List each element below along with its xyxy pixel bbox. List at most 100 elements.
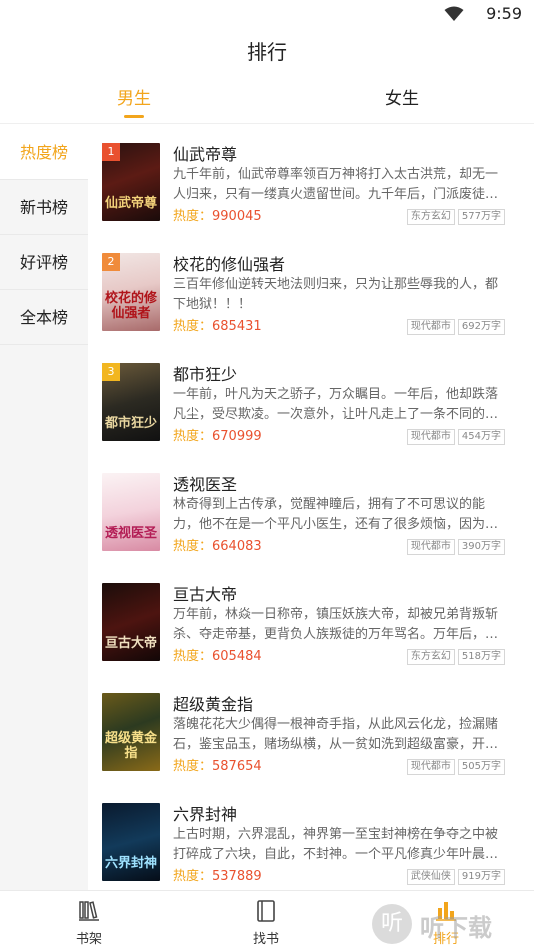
heat-label: 热度： [173,539,213,554]
header: 排行 [0,28,534,76]
book-title: 六界封神 [173,805,238,824]
sidebar-item-label: 好评榜 [19,253,68,272]
heat-value: 990045 [212,209,262,224]
heat-score: 热度：605484 [173,645,262,664]
heat-value: 664083 [212,539,262,554]
cover-title: 校花的修仙强者 [104,291,157,321]
book-cover: 亘古大帝 [102,583,160,661]
book-cover: 1 仙武帝尊 [102,143,160,221]
genre-tag: 现代都市 [406,759,455,775]
heat-value: 670999 [212,429,262,444]
cover-title: 超级黄金指 [104,731,157,761]
nav-bookshelf[interactable]: 书架 [29,891,149,949]
book-description: 一年前，叶凡为天之骄子，万众瞩目。一年后，他却跌落凡尘，受尽欺凌。一次意外，让叶… [173,387,499,422]
heat-score: 热度：670999 [173,425,262,444]
book-description: 三百年修仙逆转天地法则归来，只为让那些辱我的人，都下地狱！！！ [173,277,499,312]
word-count-tag: 390万字 [457,539,505,555]
book-item[interactable]: 超级黄金指 超级黄金指 落魄花花大少偶得一根神奇手指，从此风云化龙，捡漏赌石，鉴… [88,675,534,785]
tab-male[interactable]: 男生 [54,78,214,124]
heat-score: 热度：990045 [173,205,262,224]
book-item[interactable]: 1 仙武帝尊 仙武帝尊 九千年前，仙武帝尊率领百万神将打入太古洪荒，却无一人归来… [88,125,534,235]
rank-badge: 2 [102,253,120,271]
book-description: 林奇得到上古传承，觉醒神瞳后，拥有了不可思议的能力，他不在是一个平凡小医生，还有… [173,497,499,532]
genre-tag: 武侠仙侠 [406,869,455,885]
book-item[interactable]: 2 校花的修仙强者 校花的修仙强者 三百年修仙逆转天地法则归来，只为让那些辱我的… [88,235,534,345]
heat-value: 685431 [212,319,262,334]
sidebar-item-new[interactable]: 新书榜 [0,180,88,235]
book-tags: 东方玄幻 518万字 [404,644,505,665]
status-bar: 9:59 [0,0,534,28]
book-tags: 东方玄幻 577万字 [404,204,505,225]
heat-label: 热度： [173,869,213,884]
cover-title: 透视医圣 [104,526,157,541]
heat-value: 605484 [212,649,262,664]
cover-title: 仙武帝尊 [104,196,157,211]
heat-label: 热度： [173,429,213,444]
watermark-logo-icon: 听 [372,904,412,944]
word-count-tag: 919万字 [457,869,505,885]
heat-score: 热度：537889 [173,865,262,884]
nav-find-books-label: 找书 [252,932,279,947]
cover-title: 都市狂少 [104,416,157,431]
heat-score: 热度：685431 [173,315,262,334]
genre-tag: 东方玄幻 [406,649,455,665]
book-description: 万年前，林焱一日称帝，镇压妖族大帝，却被兄弟背叛斩杀、夺走帝基，更背负人族叛徒的… [173,607,499,642]
heat-score: 热度：664083 [173,535,262,554]
book-item[interactable]: 3 都市狂少 都市狂少 一年前，叶凡为天之骄子，万众瞩目。一年后，他却跌落凡尘，… [88,345,534,455]
nav-find-books[interactable]: 找书 [206,891,326,949]
book-item[interactable]: 六界封神 六界封神 上古时期，六界混乱，神界第一至宝封神榜在争夺之中被打碎成了六… [88,785,534,890]
nav-bookshelf-label: 书架 [75,932,102,947]
book-title: 仙武帝尊 [173,145,238,164]
book-cover: 3 都市狂少 [102,363,160,441]
heat-label: 热度： [173,209,213,224]
heat-label: 热度： [173,649,213,664]
book-icon [257,900,275,922]
heat-label: 热度： [173,759,213,774]
tab-active-indicator [124,115,144,118]
book-title: 校花的修仙强者 [173,255,286,274]
book-tags: 武侠仙侠 919万字 [404,864,505,885]
book-title: 亘古大帝 [173,585,238,604]
word-count-tag: 454万字 [457,429,505,445]
wifi-icon [444,6,464,21]
sidebar-item-hot[interactable]: 热度榜 [0,125,88,180]
book-tags: 现代都市 692万字 [404,314,505,335]
tab-female-label: 女生 [385,89,419,109]
heat-score: 热度：587654 [173,755,262,774]
heat-label: 热度： [173,319,213,334]
tab-female[interactable]: 女生 [322,78,482,124]
book-tags: 现代都市 505万字 [404,754,505,775]
status-time: 9:59 [486,4,522,23]
word-count-tag: 692万字 [457,319,505,335]
book-tags: 现代都市 390万字 [404,534,505,555]
book-description: 落魄花花大少偶得一根神奇手指，从此风云化龙，捡漏赌石，鉴宝品玉，赌场纵横，从一贫… [173,717,499,752]
book-title: 透视医圣 [173,475,238,494]
site-watermark: 听 听下载 [368,900,534,949]
word-count-tag: 577万字 [457,209,505,225]
book-title: 都市狂少 [173,365,238,384]
genre-tag: 东方玄幻 [406,209,455,225]
sidebar-item-label: 全本榜 [19,308,68,327]
book-cover: 超级黄金指 [102,693,160,771]
sidebar-item-complete[interactable]: 全本榜 [0,290,88,345]
book-description: 上古时期，六界混乱，神界第一至宝封神榜在争夺之中被打碎成了六块，自此，不封神。一… [173,827,499,862]
word-count-tag: 505万字 [457,759,505,775]
cover-title: 六界封神 [104,856,157,871]
watermark-text: 听下载 [420,914,492,942]
sidebar-item-rated[interactable]: 好评榜 [0,235,88,290]
genre-tag: 现代都市 [406,319,455,335]
book-cover: 透视医圣 [102,473,160,551]
genre-tag: 现代都市 [406,539,455,555]
book-cover: 2 校花的修仙强者 [102,253,160,331]
bookshelf-icon [79,901,99,921]
heat-value: 537889 [212,869,262,884]
heat-value: 587654 [212,759,262,774]
gender-tabs: 男生 女生 [0,78,534,124]
book-item[interactable]: 亘古大帝 亘古大帝 万年前，林焱一日称帝，镇压妖族大帝，却被兄弟背叛斩杀、夺走帝… [88,565,534,675]
book-list: 1 仙武帝尊 仙武帝尊 九千年前，仙武帝尊率领百万神将打入太古洪荒，却无一人归来… [88,125,534,890]
book-tags: 现代都市 454万字 [404,424,505,445]
book-item[interactable]: 透视医圣 透视医圣 林奇得到上古传承，觉醒神瞳后，拥有了不可思议的能力，他不在是… [88,455,534,565]
page-title: 排行 [247,40,287,64]
book-description: 九千年前，仙武帝尊率领百万神将打入太古洪荒，却无一人归来，只有一缕真火遗留世间。… [173,167,499,202]
book-title: 超级黄金指 [173,695,254,714]
